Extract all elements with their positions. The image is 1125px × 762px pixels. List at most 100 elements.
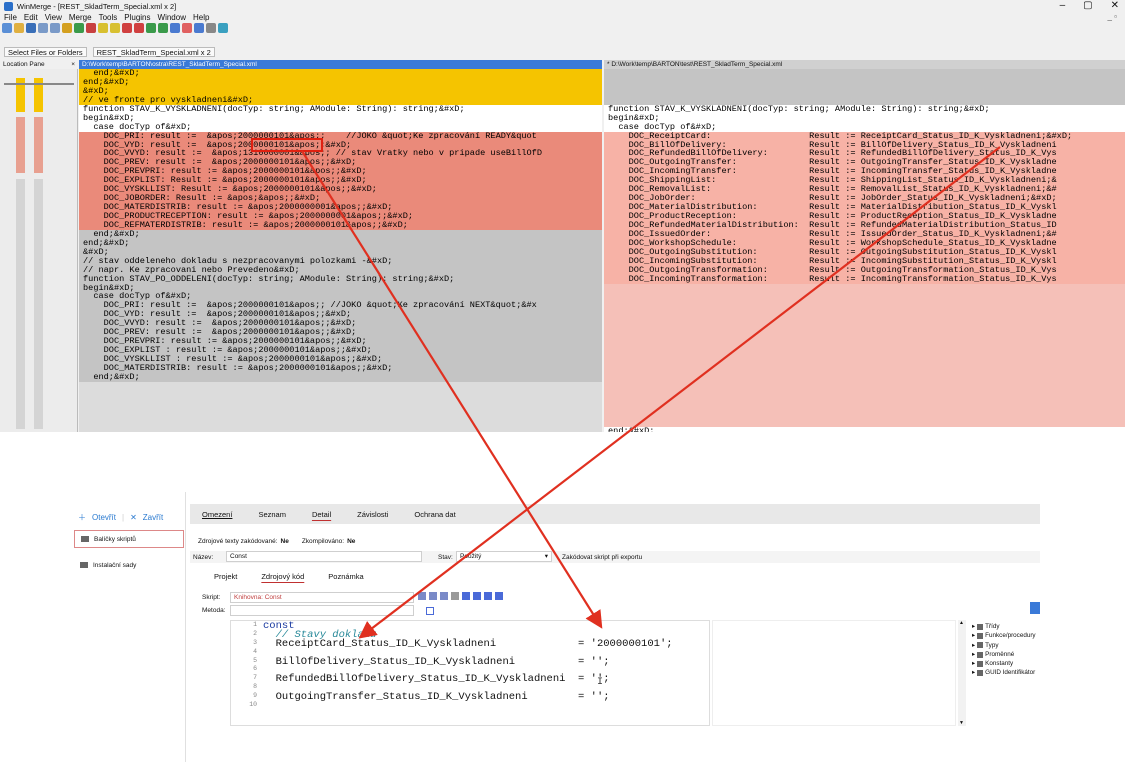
close-location-pane-icon[interactable]: × [71, 60, 75, 69]
save-script-icon[interactable] [495, 592, 503, 600]
script-select[interactable]: Knihovna: Const [230, 592, 414, 603]
compile-icon[interactable] [462, 592, 470, 600]
settings-icon[interactable] [218, 23, 228, 33]
expand-icon[interactable]: ▸ [972, 641, 975, 650]
merge-icon[interactable] [194, 23, 204, 33]
close-button[interactable]: Zavřít [143, 513, 163, 522]
editor-scrollbar[interactable]: ▲ ▼ [958, 620, 966, 726]
left-code-line[interactable]: end;&#xD; [79, 238, 602, 248]
tab-zavislosti[interactable]: Závislosti [357, 510, 388, 519]
right-code-line[interactable] [604, 399, 1125, 409]
left-code-line[interactable]: end;&#xD; [79, 77, 602, 87]
right-code-line[interactable] [604, 283, 1125, 293]
tree-node[interactable]: ▸ Třídy [972, 622, 1036, 631]
tab-detail[interactable]: Detail [312, 510, 331, 519]
tree-node[interactable]: ▸ GUID Identifikátor [972, 668, 1036, 677]
method-edit-icon[interactable] [426, 606, 434, 615]
name-input[interactable]: Const [226, 551, 422, 562]
right-code-line[interactable] [604, 372, 1125, 382]
right-code-line[interactable] [604, 77, 1125, 87]
state-select[interactable]: Použitý ▾ [456, 551, 552, 562]
right-code-line[interactable] [604, 363, 1125, 373]
right-code-line[interactable] [604, 390, 1125, 400]
menu-edit[interactable]: Edit [24, 13, 38, 22]
encode-on-export-label[interactable]: Zakódovat skript při exportu [562, 554, 642, 561]
expand-icon[interactable]: ▸ [972, 668, 975, 677]
maximize-icon[interactable]: ▢ [1083, 0, 1092, 11]
location-bar-right-diff[interactable] [34, 117, 43, 173]
left-code-line[interactable]: function STAV_PO_ODDELENI(docTyp: string… [79, 274, 602, 284]
refresh-icon[interactable] [74, 23, 84, 33]
left-code-line[interactable]: DOC_MATERDISTRIB: result := &apos;200000… [79, 363, 602, 373]
left-code-line[interactable]: end;&#xD; [79, 372, 602, 382]
subtab-zdrojovy-kod[interactable]: Zdrojový kód [261, 572, 304, 581]
menu-file[interactable]: File [4, 13, 17, 22]
tree-node[interactable]: ▸ Proměnné [972, 650, 1036, 659]
menu-tools[interactable]: Tools [99, 13, 118, 22]
nav-install-sets[interactable]: Instalační sady [74, 556, 184, 574]
tab-omezeni[interactable]: Omezení [202, 510, 232, 519]
copy-left-icon[interactable] [158, 23, 168, 33]
options-icon[interactable] [86, 23, 96, 33]
left-code-line[interactable]: end;&#xD; [79, 69, 602, 78]
right-code-line[interactable] [604, 346, 1125, 355]
undo-icon[interactable] [38, 23, 48, 33]
open-icon[interactable] [14, 23, 24, 33]
tab-select-files[interactable]: Select Files or Folders [4, 46, 87, 57]
new-icon[interactable] [2, 23, 12, 33]
subtab-projekt[interactable]: Projekt [214, 572, 237, 581]
copy-right-icon[interactable] [146, 23, 156, 33]
report-icon[interactable] [206, 23, 216, 33]
expand-icon[interactable]: ▸ [972, 650, 975, 659]
left-path-bar[interactable]: D:\Work\temp\BARTON\ostra\REST_SkladTerm… [79, 60, 602, 69]
menu-plugins[interactable]: Plugins [124, 13, 150, 22]
menu-view[interactable]: View [45, 13, 62, 22]
left-code-line[interactable]: DOC_REFMATERDISTRIB: result := &apos;200… [79, 220, 602, 230]
right-code-line[interactable]: DOC_IncomingTransformation: Result := In… [604, 274, 1125, 284]
right-code-line[interactable] [604, 337, 1125, 347]
right-code-line[interactable] [604, 381, 1125, 391]
side-panel-toggle-icon[interactable] [1030, 602, 1040, 614]
filter-icon[interactable] [182, 23, 192, 33]
right-code-line[interactable] [604, 301, 1125, 311]
next-diff-icon[interactable] [98, 23, 108, 33]
scroll-up-icon[interactable]: ▲ [959, 620, 964, 626]
first-diff-icon[interactable] [122, 23, 132, 33]
location-bar-left-diff[interactable] [16, 117, 25, 173]
expand-icon[interactable]: ▸ [972, 631, 975, 640]
left-code-pane[interactable]: end;&#xD; end;&#xD; &#xD;// ve fronte pro … [79, 69, 602, 432]
replace-icon[interactable] [451, 592, 459, 600]
tree-node[interactable]: ▸ Konstanty [972, 659, 1036, 668]
print-icon[interactable] [429, 592, 437, 600]
left-code-line[interactable]: end;&#xD; [79, 229, 602, 239]
close-icon[interactable]: ✕ [1111, 0, 1119, 11]
tab-ochrana-dat[interactable]: Ochrana dat [414, 510, 455, 519]
tab-compare-file[interactable]: REST_SkladTerm_Special.xml x 2 [92, 46, 215, 57]
redo-icon[interactable] [50, 23, 60, 33]
right-code-line[interactable] [604, 69, 1125, 78]
save-icon[interactable] [26, 23, 36, 33]
scroll-down-icon[interactable]: ▼ [959, 720, 964, 726]
compare-icon[interactable] [62, 23, 72, 33]
run-icon[interactable] [473, 592, 481, 600]
tree-node[interactable]: ▸ Funkce/procedury [972, 631, 1036, 640]
minimize-icon[interactable]: – [1060, 0, 1066, 11]
source-code-editor[interactable]: 1 2 3 4 5 6 7 8 9 10 const // Stavy dokladu Recei… [230, 620, 710, 726]
tree-node[interactable]: ▸ Typy [972, 641, 1036, 650]
mdi-controls-icon[interactable]: _ ▫ [1107, 12, 1117, 21]
right-code-line[interactable] [604, 355, 1125, 364]
subtab-poznamka[interactable]: Poznámka [328, 572, 363, 581]
find-icon[interactable] [418, 592, 426, 600]
right-code-line[interactable] [604, 328, 1125, 338]
right-code-line[interactable] [604, 292, 1125, 302]
copy-all-icon[interactable] [170, 23, 180, 33]
expand-icon[interactable]: ▸ [972, 659, 975, 668]
right-code-line[interactable] [604, 417, 1125, 427]
location-viewport-marker[interactable] [4, 83, 74, 85]
left-code-line[interactable]: function STAV_K_VYSKLADNENI(docTyp: stri… [79, 104, 602, 114]
menu-window[interactable]: Window [158, 13, 186, 22]
prev-diff-icon[interactable] [110, 23, 120, 33]
tab-seznam[interactable]: Seznam [258, 510, 286, 519]
location-pane[interactable] [0, 69, 78, 432]
export-icon[interactable] [484, 592, 492, 600]
